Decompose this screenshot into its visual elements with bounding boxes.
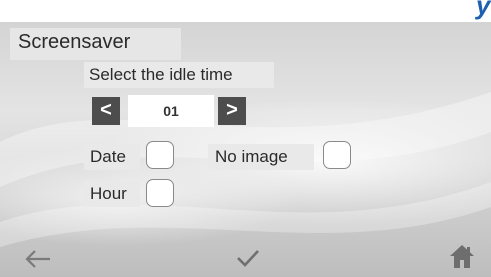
- cropped-heading: y: [476, 0, 491, 20]
- top-band: y: [0, 0, 491, 22]
- date-label: Date: [90, 147, 126, 166]
- home-icon[interactable]: [449, 243, 475, 269]
- chevron-left-icon: <: [100, 99, 112, 121]
- screensaver-screen: Screensaver Select the idle time < 01 > …: [0, 22, 491, 277]
- title-background: Screensaver: [10, 28, 181, 60]
- next-button[interactable]: >: [218, 97, 246, 125]
- previous-button[interactable]: <: [92, 97, 120, 125]
- no-image-label: No image: [215, 147, 288, 166]
- hour-label: Hour: [90, 184, 127, 203]
- page-title: Screensaver: [18, 31, 131, 53]
- checkmark-icon[interactable]: [235, 248, 261, 268]
- date-checkbox[interactable]: [146, 141, 174, 169]
- hour-checkbox[interactable]: [146, 179, 174, 207]
- idle-time-label: Select the idle time: [89, 65, 233, 84]
- no-image-checkbox[interactable]: [323, 141, 351, 169]
- arrow-left-icon[interactable]: [24, 249, 52, 269]
- chevron-right-icon: >: [226, 99, 238, 121]
- idle-time-value: 01: [128, 95, 214, 127]
